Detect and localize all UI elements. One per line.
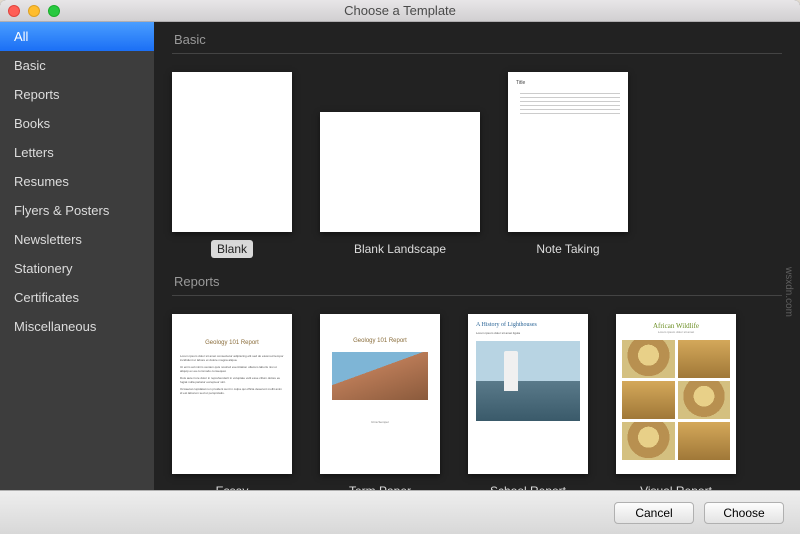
template-thumbnail: Title (508, 72, 628, 232)
window-title: Choose a Template (0, 3, 800, 18)
template-label: Term Paper (343, 482, 417, 490)
traffic-lights (0, 5, 60, 17)
section-header-basic: Basic (172, 22, 782, 53)
template-thumbnail (172, 72, 292, 232)
section-header-reports: Reports (172, 264, 782, 295)
section-reports: Geology 101 Report Lorem ipsum dolor sit… (172, 295, 782, 490)
template-label: Blank Landscape (348, 240, 452, 258)
sidebar-item-certificates[interactable]: Certificates (0, 283, 154, 312)
template-label: Visual Report (634, 482, 718, 490)
sidebar-item-flyers-posters[interactable]: Flyers & Posters (0, 196, 154, 225)
template-note-taking[interactable]: Title Note Taking (508, 72, 628, 258)
sidebar-item-all[interactable]: All (0, 22, 154, 51)
template-term-paper[interactable]: Geology 101 Report Urna Semper Term Pape… (320, 314, 440, 490)
sidebar-item-resumes[interactable]: Resumes (0, 167, 154, 196)
choose-button[interactable]: Choose (704, 502, 784, 524)
cancel-button[interactable]: Cancel (614, 502, 694, 524)
sidebar-item-stationery[interactable]: Stationery (0, 254, 154, 283)
template-thumbnail: Geology 101 Report Lorem ipsum dolor sit… (172, 314, 292, 474)
section-basic: Blank Blank Landscape Title Note Taking (172, 53, 782, 264)
template-blank[interactable]: Blank (172, 72, 292, 258)
titlebar: Choose a Template (0, 0, 800, 22)
sidebar-item-basic[interactable]: Basic (0, 51, 154, 80)
template-label: Blank (211, 240, 253, 258)
sidebar-item-miscellaneous[interactable]: Miscellaneous (0, 312, 154, 341)
template-visual-report[interactable]: African Wildlife Lorem ipsum dolor sit a… (616, 314, 736, 490)
template-thumbnail: African Wildlife Lorem ipsum dolor sit a… (616, 314, 736, 474)
footer: Cancel Choose (0, 490, 800, 534)
template-school-report[interactable]: A History of Lighthouses Lorem ipsum dol… (468, 314, 588, 490)
template-label: School Report (484, 482, 572, 490)
minimize-icon[interactable] (28, 5, 40, 17)
close-icon[interactable] (8, 5, 20, 17)
maximize-icon[interactable] (48, 5, 60, 17)
template-essay[interactable]: Geology 101 Report Lorem ipsum dolor sit… (172, 314, 292, 490)
template-thumbnail (320, 112, 480, 232)
sidebar-item-reports[interactable]: Reports (0, 80, 154, 109)
sidebar-item-letters[interactable]: Letters (0, 138, 154, 167)
main-content[interactable]: Basic Blank Blank Landscape Title Note T… (154, 22, 800, 490)
sidebar-item-newsletters[interactable]: Newsletters (0, 225, 154, 254)
template-blank-landscape[interactable]: Blank Landscape (320, 72, 480, 258)
sidebar: All Basic Reports Books Letters Resumes … (0, 22, 154, 490)
template-label: Note Taking (530, 240, 605, 258)
template-label: Essay (210, 482, 255, 490)
template-thumbnail: A History of Lighthouses Lorem ipsum dol… (468, 314, 588, 474)
template-thumbnail: Geology 101 Report Urna Semper (320, 314, 440, 474)
sidebar-item-books[interactable]: Books (0, 109, 154, 138)
